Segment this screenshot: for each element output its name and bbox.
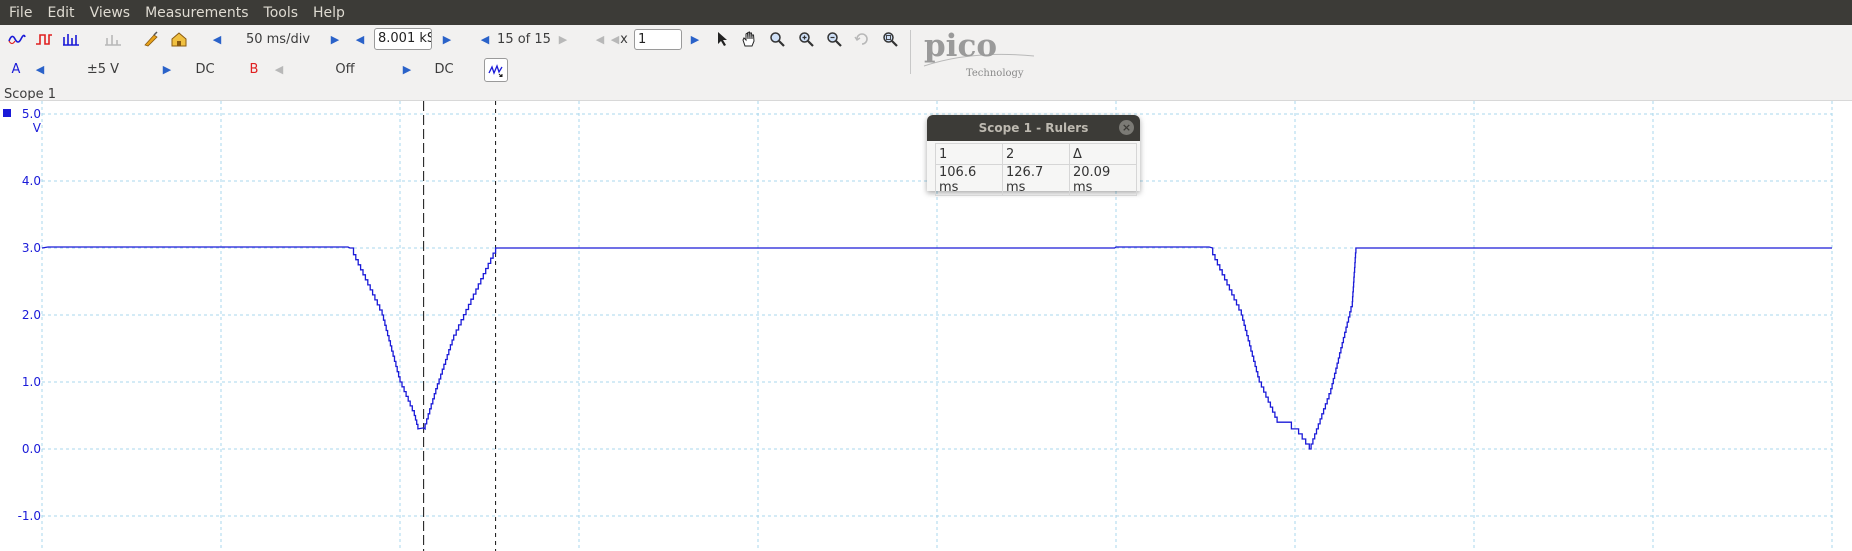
samples-decrease-arrow[interactable]: ◀ xyxy=(353,26,367,52)
channel-a-coupling[interactable]: DC xyxy=(190,56,220,82)
zoom-out-icon xyxy=(827,32,842,47)
probe-icon xyxy=(144,31,158,47)
zoom-x-label: x xyxy=(620,31,628,47)
zoom-out-tool[interactable] xyxy=(824,26,844,52)
advanced-trigger-button[interactable] xyxy=(484,58,508,82)
persistence-mode-button[interactable] xyxy=(33,26,55,52)
menu-help[interactable]: Help xyxy=(306,5,353,21)
square-wave-icon xyxy=(36,34,52,45)
menu-views[interactable]: Views xyxy=(83,5,139,21)
zoom-fit-tool[interactable] xyxy=(880,26,900,52)
y-tick-label: 5.0 xyxy=(22,107,41,121)
home-button[interactable] xyxy=(168,26,190,52)
math-channels-button xyxy=(102,26,124,52)
ruler-value-2: 126.7 ms xyxy=(1002,164,1070,196)
y-tick-label: 0.0 xyxy=(22,442,41,456)
timebase-value[interactable]: 50 ms/div xyxy=(236,26,320,52)
zoom-fit-icon xyxy=(883,32,898,47)
ruler-value-delta: 20.09 ms xyxy=(1069,164,1137,196)
y-tick-label: 2.0 xyxy=(22,308,41,322)
zoom-area-icon xyxy=(770,32,785,47)
samples-input[interactable]: 8.001 kS xyxy=(374,28,432,50)
y-tick-label: 1.0 xyxy=(22,375,41,389)
zoom-prev-arrow[interactable]: ◀ xyxy=(593,26,607,52)
bar-chart-icon xyxy=(105,35,121,46)
y-tick-label: 4.0 xyxy=(22,174,41,188)
channel-a-label[interactable]: A xyxy=(9,56,23,82)
timebase-decrease-arrow[interactable]: ◀ xyxy=(210,26,224,52)
rulers-window[interactable]: Scope 1 - Rulers × 1 2 Δ 106.6 ms 126.7 … xyxy=(927,115,1140,196)
pointer-tool[interactable] xyxy=(713,26,733,52)
undo-zoom-icon xyxy=(854,33,868,45)
rulers-window-titlebar[interactable]: Scope 1 - Rulers × xyxy=(927,115,1140,141)
ruler-value-1: 106.6 ms xyxy=(935,164,1003,196)
ruler-header-2: 2 xyxy=(1002,143,1070,165)
channel-b-label[interactable]: B xyxy=(247,56,261,82)
menu-tools[interactable]: Tools xyxy=(257,5,307,21)
channel-b-range-increase[interactable]: ▶ xyxy=(400,56,414,82)
hand-icon xyxy=(742,31,755,47)
scope-plot-area[interactable]: 5.0 4.0 3.0 2.0 1.0 0.0 -1.0 V xyxy=(0,100,1852,551)
sine-wave-icon xyxy=(8,34,26,45)
rulers-close-icon[interactable]: × xyxy=(1119,120,1134,135)
channel-b-coupling[interactable]: DC xyxy=(429,56,459,82)
samples-increase-arrow[interactable]: ▶ xyxy=(440,26,454,52)
probe-button[interactable] xyxy=(140,26,162,52)
zoom-in-tool[interactable] xyxy=(796,26,816,52)
channel-a-range[interactable]: ±5 V xyxy=(78,56,128,82)
timebase-increase-arrow[interactable]: ▶ xyxy=(328,26,342,52)
channel-a-range-decrease[interactable]: ◀ xyxy=(33,56,47,82)
menu-file[interactable]: File xyxy=(0,5,40,21)
channel-a-axis-marker[interactable] xyxy=(3,109,11,117)
trigger-waveform-icon xyxy=(488,64,503,77)
y-unit-label: V xyxy=(33,121,42,135)
home-icon xyxy=(171,32,187,47)
scope-graph[interactable]: 5.0 4.0 3.0 2.0 1.0 0.0 -1.0 V xyxy=(0,101,1852,551)
zoom-next-arrow[interactable]: ▶ xyxy=(688,26,702,52)
rulers-window-title: Scope 1 - Rulers xyxy=(978,121,1089,135)
ruler-header-delta: Δ xyxy=(1069,143,1137,165)
menu-measurements[interactable]: Measurements xyxy=(138,5,256,21)
channel-b-range[interactable]: Off xyxy=(325,56,365,82)
zoom-in-icon xyxy=(799,32,814,47)
menu-bar: File Edit Views Measurements Tools Help xyxy=(0,0,1852,25)
pointer-icon xyxy=(718,32,727,46)
menu-edit[interactable]: Edit xyxy=(40,5,82,21)
buffer-counter: 15 of 15 xyxy=(497,31,551,47)
buffer-next-arrow[interactable]: ▶ xyxy=(556,26,570,52)
zoom-input[interactable]: 1 xyxy=(634,29,682,50)
channel-a-range-increase[interactable]: ▶ xyxy=(160,56,174,82)
scope-mode-button[interactable] xyxy=(6,26,28,52)
undo-zoom-tool[interactable] xyxy=(852,26,872,52)
rulers-table: 1 2 Δ 106.6 ms 126.7 ms 20.09 ms xyxy=(935,143,1137,196)
buffer-prev-arrow[interactable]: ◀ xyxy=(478,26,492,52)
y-tick-label: -1.0 xyxy=(18,509,41,523)
spectrum-mode-button[interactable] xyxy=(60,26,82,52)
y-tick-label: 3.0 xyxy=(22,241,41,255)
spectrum-icon xyxy=(63,34,79,46)
channel-b-range-decrease[interactable]: ◀ xyxy=(272,56,286,82)
channel-toolbar: A ◀ ±5 V ▶ DC B ◀ Off ▶ DC xyxy=(0,56,1852,84)
zoom-area-tool[interactable] xyxy=(767,26,787,52)
hand-tool[interactable] xyxy=(739,26,759,52)
ruler-header-1: 1 xyxy=(935,143,1003,165)
